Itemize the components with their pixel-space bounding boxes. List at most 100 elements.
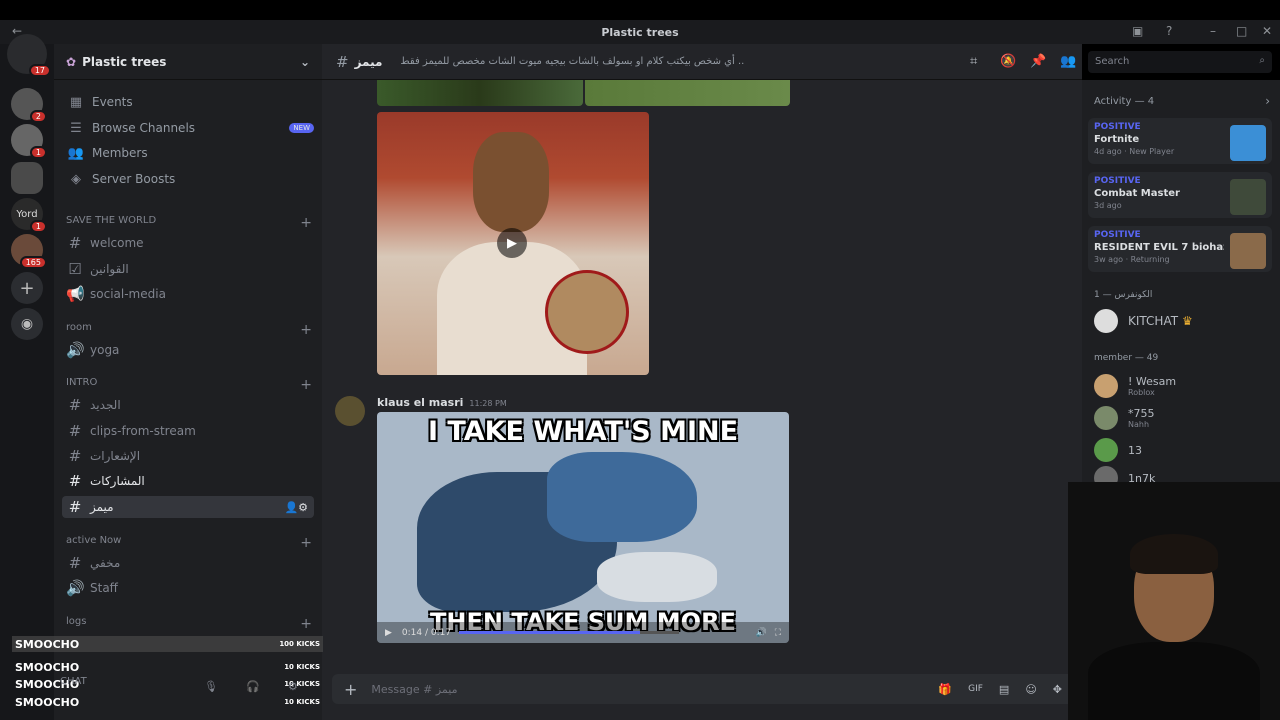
category-logs[interactable]: logs +	[66, 616, 314, 632]
voice-icon: 🔊	[66, 341, 85, 359]
inbox-icon[interactable]: ▣	[1132, 24, 1143, 38]
avatar	[1094, 438, 1118, 462]
channel-new[interactable]: # الجديد	[62, 394, 314, 416]
nav-browse-channels[interactable]: ☰ Browse Channels NEW	[66, 117, 314, 139]
activity-card[interactable]: POSITIVE RESIDENT EVIL 7 biohazar... 3w …	[1088, 226, 1272, 272]
server-icon[interactable]: 165	[11, 234, 47, 269]
pin-icon[interactable]: 📌	[1030, 54, 1046, 69]
add-channel-icon[interactable]: +	[300, 322, 312, 338]
apps-icon[interactable]: ✥	[1053, 683, 1062, 696]
add-channel-icon[interactable]: +	[300, 616, 312, 632]
close-icon[interactable]: ✕	[1262, 24, 1272, 38]
category-save-the-world[interactable]: SAVE THE WORLD +	[66, 215, 314, 231]
channel-memes[interactable]: # ميمز 👤⚙	[62, 496, 314, 518]
gif-icon[interactable]: GIF	[968, 684, 983, 694]
nav-members[interactable]: 👥 Members	[66, 142, 314, 164]
add-channel-icon[interactable]: +	[300, 377, 312, 393]
kick-count: 100 KICKS	[279, 640, 320, 648]
channel-notifications[interactable]: # الإشعارات	[62, 445, 314, 467]
rules-icon: ☑	[68, 260, 82, 278]
add-server-icon[interactable]: +	[11, 272, 43, 304]
volume-icon[interactable]: 🔊	[755, 628, 766, 638]
member-list-icon[interactable]: 👥	[1060, 54, 1076, 69]
fullscreen-icon[interactable]: ⛶	[775, 628, 781, 638]
video-attachment[interactable]: ▶	[377, 112, 649, 375]
play-icon[interactable]: ▶	[497, 228, 527, 258]
server-icon[interactable]: 1	[11, 124, 47, 159]
member-item[interactable]: 13	[1094, 436, 1270, 464]
channel-label: القوانين	[90, 262, 129, 276]
server-badge: 2	[29, 110, 47, 123]
nav-events[interactable]: ▦ Events	[66, 91, 314, 113]
discover-icon[interactable]: ◉	[11, 308, 43, 340]
home-avatar[interactable]: 17	[7, 34, 51, 77]
member-item[interactable]: ! Wesam Roblox	[1094, 372, 1270, 400]
activity-game: Fortnite	[1094, 134, 1140, 145]
server-header[interactable]: ✿ Plastic trees ⌄	[54, 44, 322, 80]
channel-shares[interactable]: # المشاركات	[62, 470, 314, 492]
channel-social-media[interactable]: 📢 social-media	[62, 283, 314, 305]
play-icon[interactable]: ▶	[385, 628, 392, 638]
invite-settings-icon[interactable]: 👤⚙	[284, 501, 308, 514]
attachment-image[interactable]	[377, 80, 583, 106]
channel-label: ميمز	[90, 500, 114, 514]
channel-staff[interactable]: 🔊 Staff	[62, 577, 314, 599]
category-active-now[interactable]: active Now +	[66, 535, 314, 551]
category-room[interactable]: room +	[66, 322, 314, 338]
user-settings-icon[interactable]: ⚙	[288, 680, 298, 693]
category-intro[interactable]: INTRO +	[66, 377, 314, 393]
video-progress	[459, 631, 640, 634]
mute-icon[interactable]: 🔕	[1000, 54, 1016, 69]
add-attachment-icon[interactable]: +	[344, 680, 357, 699]
server-icon-active[interactable]	[11, 162, 43, 194]
message-input[interactable]: Message # ميمز	[371, 683, 457, 696]
member-item[interactable]: KITCHAT ♛	[1094, 307, 1270, 335]
member-item[interactable]: *755 Nahh	[1094, 404, 1270, 432]
add-channel-icon[interactable]: +	[300, 215, 312, 231]
hash-icon: #	[336, 52, 349, 71]
server-name: Plastic trees	[82, 54, 167, 69]
mic-icon[interactable]: 🎙	[204, 680, 218, 693]
message-composer[interactable]: + Message # ميمز 🎁 GIF ▤ ☺ ✥	[332, 674, 1074, 704]
hash-icon: #	[68, 422, 82, 440]
member-name: 13	[1128, 443, 1142, 457]
voice-icon: 🔊	[66, 579, 85, 597]
maximize-icon[interactable]: □	[1236, 24, 1247, 38]
meme-video[interactable]: I TAKE WHAT'S MINE THEN TAKE SUM MORE ▶ …	[377, 412, 789, 643]
channel-yoga[interactable]: 🔊 yoga	[62, 339, 314, 361]
game-thumbnail	[1230, 125, 1266, 161]
search-input[interactable]: Search ⌕	[1088, 51, 1272, 73]
channel-clips[interactable]: # clips-from-stream	[62, 420, 314, 442]
threads-icon[interactable]: ⌗	[970, 54, 977, 69]
chevron-right-icon[interactable]: ›	[1265, 94, 1270, 108]
sticker-icon[interactable]: ▤	[999, 683, 1009, 696]
channel-topic[interactable]: أي شخص بيكتب كلام او بسولف بالشات بيجيه …	[400, 56, 744, 67]
hash-icon: #	[68, 498, 82, 516]
channel-label: clips-from-stream	[90, 424, 196, 438]
window-title: Plastic trees	[601, 25, 679, 39]
minimize-icon[interactable]: –	[1210, 24, 1216, 38]
category-label: SAVE THE WORLD	[66, 215, 157, 226]
title-bar: ← Plastic trees ▣ ? – □ ✕	[0, 20, 1280, 44]
headphones-icon[interactable]: 🎧	[246, 680, 260, 693]
channel-welcome[interactable]: # welcome	[62, 232, 314, 254]
nav-server-boosts[interactable]: ◈ Server Boosts	[66, 168, 314, 190]
gift-icon[interactable]: 🎁	[938, 683, 952, 696]
webcam-hair	[1130, 534, 1218, 574]
message-author[interactable]: klaus el masri	[377, 396, 463, 409]
activity-card[interactable]: POSITIVE Fortnite 4d ago · New Player	[1088, 118, 1272, 164]
help-icon[interactable]: ?	[1166, 24, 1172, 38]
server-icon[interactable]: 2	[11, 88, 47, 123]
server-icon[interactable]: Yord 1	[11, 198, 47, 233]
emoji-icon[interactable]: ☺	[1025, 683, 1036, 696]
add-channel-icon[interactable]: +	[300, 535, 312, 551]
channel-header: # ميمز أي شخص بيكتب كلام او بسولف بالشات…	[322, 44, 1082, 80]
avatar[interactable]	[335, 396, 365, 426]
channel-hidden[interactable]: # مخفي	[62, 552, 314, 574]
activity-card[interactable]: POSITIVE Combat Master 3d ago	[1088, 172, 1272, 218]
channel-label: welcome	[90, 236, 144, 250]
channel-rules[interactable]: ☑ القوانين	[62, 258, 314, 280]
kick-name: SMOOCHO	[15, 637, 80, 651]
attachment-image[interactable]	[585, 80, 790, 106]
video-seek-bar[interactable]	[459, 631, 680, 634]
